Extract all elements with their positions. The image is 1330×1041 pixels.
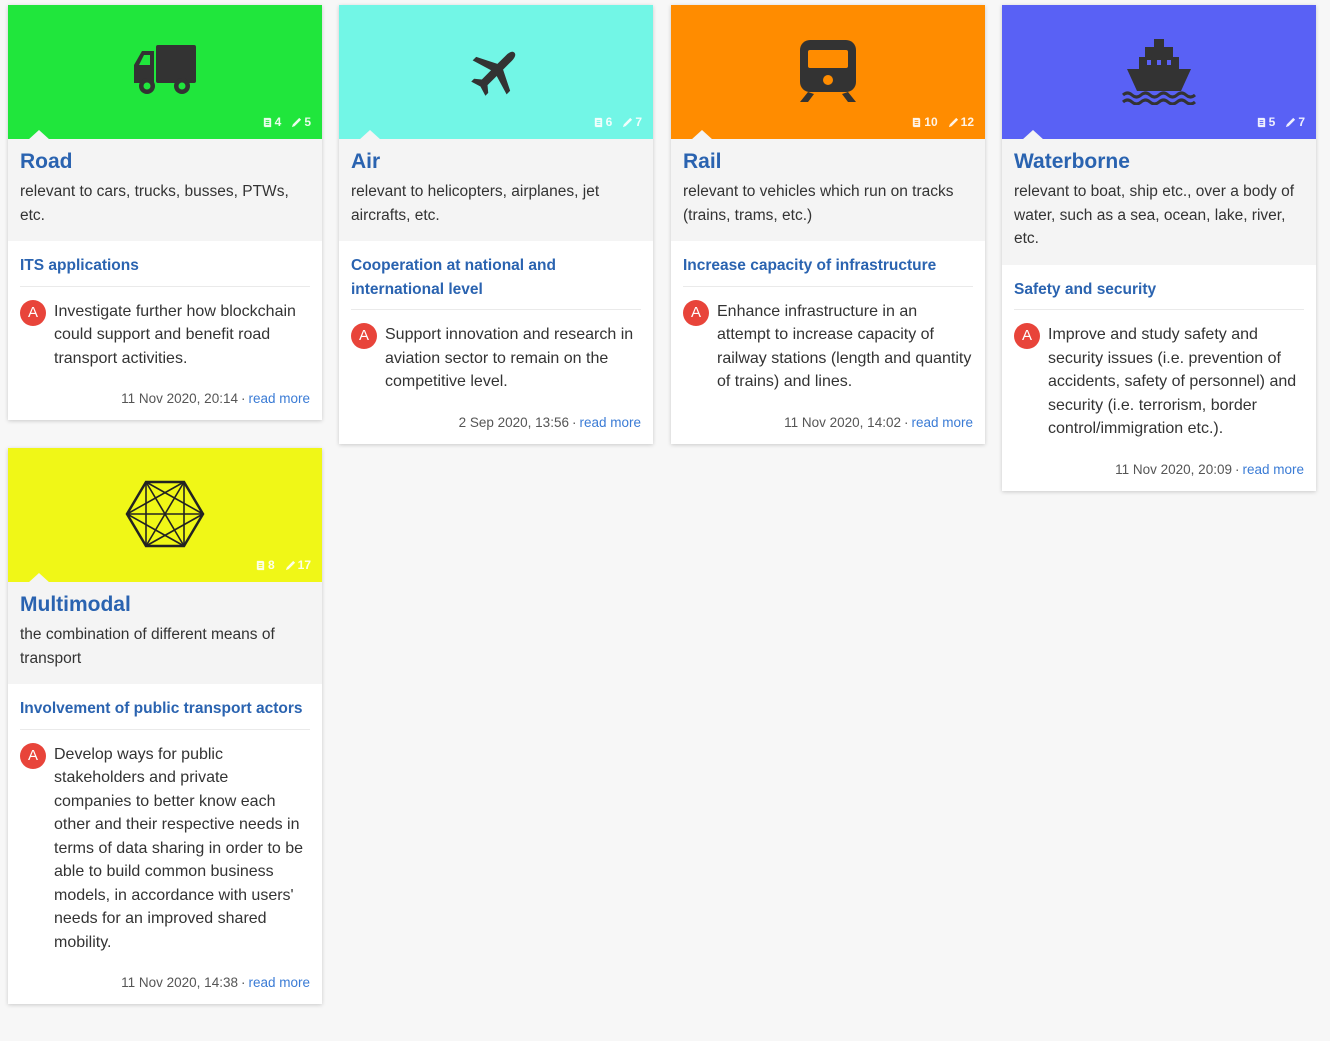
timestamp: 11 Nov 2020, 20:09 [1115,461,1232,477]
card-footer: 11 Nov 2020, 20:14 · read more [121,391,310,406]
item-text: Develop ways for public stakeholders and… [54,745,304,951]
card-header-multimodal[interactable]: 8 17 [8,448,322,583]
list-item: A Investigate further how blockchain cou… [20,299,310,371]
document-icon [256,560,265,570]
train-icon [800,40,856,102]
card-body: ITS applications A Investigate further h… [8,241,322,420]
card-description: Multimodal the combination of different … [8,582,322,684]
list-item: A Improve and study safety and security … [1014,323,1304,441]
card-footer: 2 Sep 2020, 13:56 · read more [458,414,641,430]
avatar-badge: A [683,299,709,326]
network-hexagon-icon [125,480,205,548]
read-more-link[interactable]: read more [911,415,973,430]
timestamp: 11 Nov 2020, 14:02 [784,414,901,430]
card-rail: 10 12 Rail relevant to vehicles which ru… [671,5,985,444]
card-title[interactable]: Rail [683,150,973,174]
card-waterborne: 5 7 Waterborne relevant to boat, ship et… [1002,5,1316,491]
card-multimodal: 8 17 Multimodal the combination of diffe… [8,448,322,1004]
card-body: Cooperation at national and internationa… [339,241,653,444]
document-icon [263,117,271,127]
edits-count: 17 [297,558,311,572]
edits-count: 5 [304,115,311,129]
topic-link[interactable]: ITS applications [20,254,310,287]
card-stats: 8 17 [255,558,311,572]
edits-count: 7 [1298,115,1305,129]
item-text: Investigate further how blockchain could… [54,302,296,367]
card-stats: 10 12 [911,115,974,129]
card-title[interactable]: Road [20,150,310,174]
avatar-badge: A [351,323,377,349]
document-icon [913,117,921,127]
topic-link[interactable]: Cooperation at national and internationa… [351,254,641,310]
airplane-icon [471,51,516,96]
docs-count: 4 [274,115,282,129]
card-footer: 11 Nov 2020, 20:09 · read more [1115,461,1304,477]
document-icon [594,117,602,127]
docs-count: 5 [1268,115,1276,129]
topic-link[interactable]: Safety and security [1014,278,1304,310]
card-title[interactable]: Waterborne [1014,150,1304,174]
item-text: Enhance infrastructure in an attempt to … [717,302,972,391]
avatar-badge: A [20,742,46,769]
card-description: Rail relevant to vehicles which run on t… [671,139,985,241]
card-subtitle: relevant to helicopters, airplanes, jet … [351,183,600,224]
card-air: 6 7 Air relevant to helicopters, airplan… [339,5,653,444]
card-title[interactable]: Air [351,150,641,174]
read-more-link[interactable]: read more [248,975,310,990]
timestamp: 11 Nov 2020, 20:14 [121,391,238,406]
card-road: 4 5 Road relevant to cars, trucks, busse… [8,5,322,420]
card-subtitle: the combination of different means of tr… [20,626,275,667]
item-text: Improve and study safety and security is… [1048,326,1297,437]
pencil-icon [948,117,958,127]
card-subtitle: relevant to cars, trucks, busses, PTWs, … [20,183,289,224]
card-body: Increase capacity of infrastructure A En… [671,241,985,444]
list-item: A Develop ways for public stakeholders a… [20,742,310,955]
card-stats: 6 7 [593,115,642,129]
topic-link[interactable]: Increase capacity of infrastructure [683,254,973,287]
card-subtitle: relevant to vehicles which run on tracks… [683,183,954,224]
topic-link[interactable]: Involvement of public transport actors [20,697,310,730]
docs-count: 6 [605,115,613,129]
edits-count: 7 [635,115,642,129]
card-header-air[interactable]: 6 7 [339,5,653,140]
read-more-link[interactable]: read more [1242,462,1304,477]
card-stats: 5 7 [1256,115,1305,129]
timestamp: 2 Sep 2020, 13:56 [458,414,569,430]
list-item: A Support innovation and research in avi… [351,323,641,394]
item-text: Support innovation and research in aviat… [385,326,634,390]
card-title[interactable]: Multimodal [20,593,310,617]
docs-count: 8 [267,558,275,572]
pencil-icon [292,117,302,127]
card-subtitle: relevant to boat, ship etc., over a body… [1014,183,1295,247]
ship-icon [1122,39,1196,105]
timestamp: 11 Nov 2020, 14:38 [121,975,238,990]
card-description: Road relevant to cars, trucks, busses, P… [8,139,322,241]
card-description: Waterborne relevant to boat, ship etc., … [1002,139,1316,265]
card-footer: 11 Nov 2020, 14:02 · read more [784,414,973,430]
pencil-icon [1286,117,1296,127]
card-body: Involvement of public transport actors A… [8,684,322,1004]
edits-count: 12 [960,115,974,129]
card-footer: 11 Nov 2020, 14:38 · read more [121,975,310,990]
card-header-road[interactable]: 4 5 [8,5,322,140]
list-item: A Enhance infrastructure in an attempt t… [683,299,973,394]
pencil-icon [285,560,295,570]
docs-count: 10 [924,115,938,129]
avatar-badge: A [1014,323,1040,349]
card-description: Air relevant to helicopters, airplanes, … [339,139,653,241]
truck-icon [134,45,196,94]
card-stats: 4 5 [262,115,311,129]
read-more-link[interactable]: read more [579,415,641,430]
card-header-rail[interactable]: 10 12 [671,5,985,140]
card-body: Safety and security A Improve and study … [1002,265,1316,491]
read-more-link[interactable]: read more [248,391,310,406]
card-header-waterborne[interactable]: 5 7 [1002,5,1316,140]
document-icon [1257,117,1265,127]
pencil-icon [623,117,633,127]
avatar-badge: A [20,299,46,326]
